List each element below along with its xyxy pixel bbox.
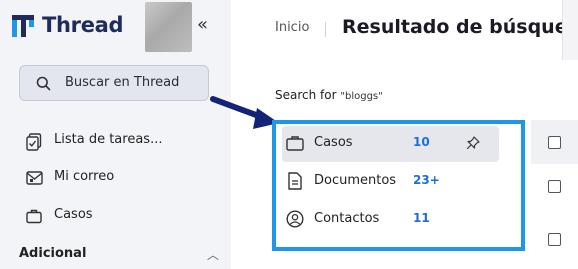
briefcase-icon (26, 209, 42, 224)
sidebar-item-label: Mi correo (54, 169, 115, 184)
table-header (531, 120, 578, 165)
mail-icon (26, 171, 43, 185)
row-checkbox[interactable] (548, 180, 561, 193)
result-category-label: Documentos (314, 173, 397, 188)
select-all-checkbox[interactable] (548, 136, 561, 149)
briefcase-icon (286, 136, 304, 151)
chevron-up-icon[interactable]: ︿ (207, 246, 219, 263)
brand-name: Thread (42, 13, 124, 37)
breadcrumb-home-link[interactable]: Inicio (275, 20, 309, 35)
table-row[interactable] (531, 164, 578, 217)
breadcrumb-divider (325, 22, 326, 37)
header-action-area (562, 0, 578, 60)
search-query: "bloggs" (340, 91, 383, 102)
pin-icon[interactable] (466, 136, 480, 150)
result-category-documents[interactable]: Documentos 23+ (282, 164, 499, 200)
collapse-sidebar-icon[interactable]: « (197, 14, 208, 35)
sidebar-search-label: Buscar en Thread (65, 75, 180, 90)
result-category-contacts[interactable]: Contactos 11 (282, 202, 499, 238)
sidebar-item-cases[interactable]: Casos (0, 202, 231, 232)
document-icon (288, 172, 302, 190)
search-prefix: Search for (275, 88, 337, 102)
sidebar-item-tasks[interactable]: Lista de tareas... (0, 127, 231, 157)
page-title: Resultado de búsqueda (342, 16, 578, 38)
result-category-label: Contactos (314, 211, 380, 226)
sidebar-item-label: Lista de tareas... (54, 132, 163, 147)
result-category-label: Casos (314, 135, 353, 150)
result-category-cases[interactable]: Casos 10 (282, 126, 499, 162)
search-summary: Search for "bloggs" (275, 88, 383, 102)
result-category-count: 10 (413, 135, 430, 149)
tasks-icon (26, 133, 42, 151)
sidebar-search-button[interactable]: Buscar en Thread (19, 65, 209, 101)
search-icon (36, 76, 51, 91)
row-checkbox[interactable] (548, 233, 561, 246)
contact-icon (286, 210, 304, 228)
sidebar-section-label: Adicional (19, 246, 87, 261)
result-category-count: 23+ (413, 173, 440, 187)
result-category-count: 11 (413, 211, 430, 225)
table-row[interactable] (531, 216, 578, 269)
thread-logo-icon (12, 15, 34, 37)
avatar[interactable] (145, 2, 192, 52)
sidebar-item-label: Casos (54, 207, 93, 222)
sidebar-item-mail[interactable]: Mi correo (0, 164, 231, 194)
